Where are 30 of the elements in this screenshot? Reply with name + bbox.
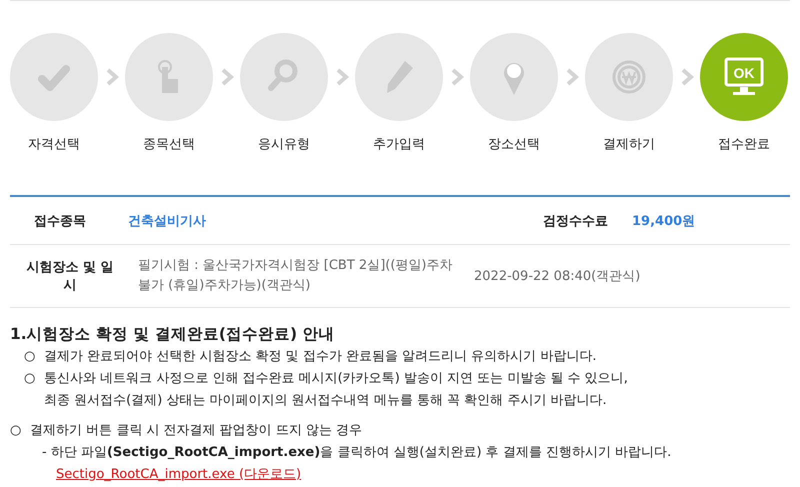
step-label: 종목선택 (143, 136, 195, 153)
chevron-icon (220, 68, 234, 86)
field-value: 건축설비기사 (127, 212, 207, 230)
bullet-marker: ○ (24, 370, 36, 388)
step-label: 응시유형 (258, 136, 310, 153)
step-label: 장소선택 (488, 136, 540, 153)
step-label: 결제하기 (603, 136, 655, 153)
notice-text: - 하단 파일(Sectigo_RootCA_import.exe)을 클릭하여 실행(설치완료) 후 결제를 진행하시기 바랍니다. (42, 444, 672, 462)
notice-text: 통신사와 네트워크 사정으로 인해 접수완료 메시지(카카오톡) 발송이 지연 또는 미발송 될 수 있으니, (44, 370, 628, 388)
field-label: 검정수수료 (542, 212, 608, 230)
step-label: 접수완료 (718, 136, 770, 153)
bullet-marker: ○ (24, 348, 36, 366)
section-heading: 1.시험장소 확정 및 결제완료(접수완료) 안내 (10, 324, 336, 345)
field-label: 접수종목 (33, 212, 87, 230)
bullet-marker: ○ (10, 422, 22, 440)
chevron-icon (450, 68, 464, 86)
notice-text: 결제가 완료되어야 선택한 시험장소 확정 및 접수가 완료됨을 알려드리니 유의하시기 바랍니다. (44, 348, 596, 366)
notice-text: 결제하기 버튼 클릭 시 전자결제 팝업창이 뜨지 않는 경우 (30, 422, 362, 440)
download-link[interactable]: Sectigo_RootCA_import.exe (다운로드) (56, 467, 302, 482)
notice-text: 최종 원서접수(결제) 상태는 마이페이지의 원서접수내역 메뉴를 통해 꼭 확인해 주시기 바랍니다. (44, 392, 608, 410)
field-value: 19,400원 (631, 212, 696, 230)
chevron-icon (564, 68, 578, 86)
chevron-icon (334, 68, 348, 86)
chevron-icon (104, 68, 118, 86)
field-value: 2022-09-22 08:40(객관식) (473, 268, 640, 285)
field-value: 필기시험 : 울산국가자격시험장 [CBT 2실]((평일)주차불가 (휴일)주차가능)(객관식) (137, 257, 454, 295)
chevron-icon (680, 68, 694, 86)
field-label: 시험장소 및 일시 (25, 259, 115, 294)
step-label: 추가입력 (373, 136, 425, 153)
step-label: 자격선택 (28, 136, 80, 153)
